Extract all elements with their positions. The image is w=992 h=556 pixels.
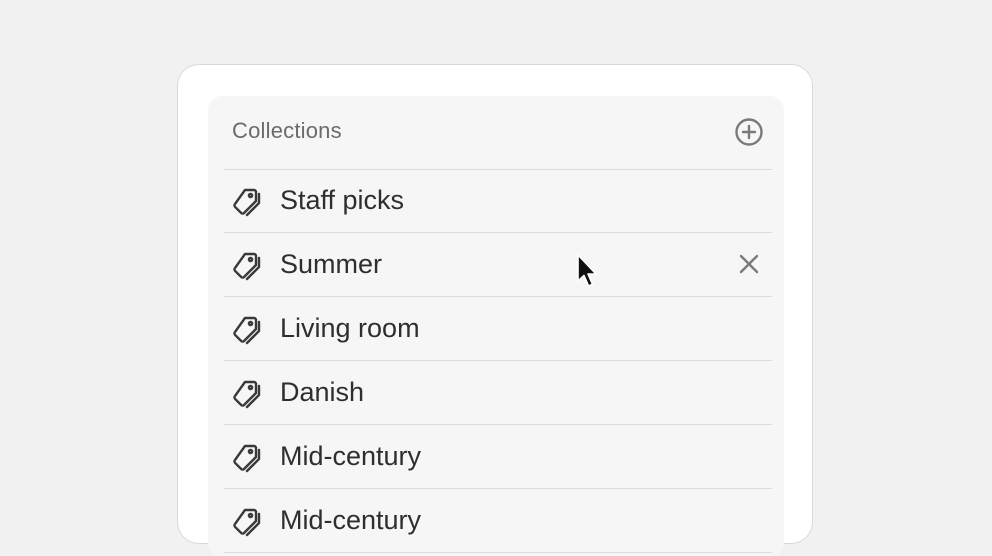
add-collection-button[interactable]: [734, 117, 764, 147]
tag-icon: [233, 316, 261, 345]
collection-item[interactable]: Danish: [224, 361, 772, 425]
collection-label: Summer: [280, 249, 383, 279]
collection-item[interactable]: Mid-century: [224, 489, 772, 553]
close-icon: [739, 254, 759, 274]
tag-icon: [233, 508, 261, 537]
collections-card: Collections Staff picks Summer Living ro…: [177, 64, 813, 556]
plus-circle-icon: [735, 118, 763, 146]
tag-icon: [233, 380, 261, 409]
collection-label: Staff picks: [280, 185, 405, 215]
tag-icon: [233, 188, 261, 217]
collections-panel: Collections Staff picks Summer Living ro…: [208, 96, 784, 556]
collection-label: Danish: [280, 377, 365, 407]
collection-item[interactable]: Staff picks: [224, 169, 772, 233]
tag-icon: [233, 252, 261, 281]
collection-label: Mid-century: [280, 505, 422, 535]
collection-item[interactable]: Mid-century: [224, 425, 772, 489]
collections-list: Staff picks Summer Living room Danish Mi…: [224, 169, 772, 553]
collection-item[interactable]: Living room: [224, 297, 772, 361]
remove-collection-button[interactable]: [738, 253, 760, 275]
tag-icon: [233, 444, 261, 473]
collection-label: Living room: [280, 313, 420, 343]
collection-label: Mid-century: [280, 441, 422, 471]
collection-item[interactable]: Summer: [224, 233, 772, 297]
collections-title: Collections: [232, 118, 342, 143]
collections-header: Collections: [224, 96, 772, 170]
